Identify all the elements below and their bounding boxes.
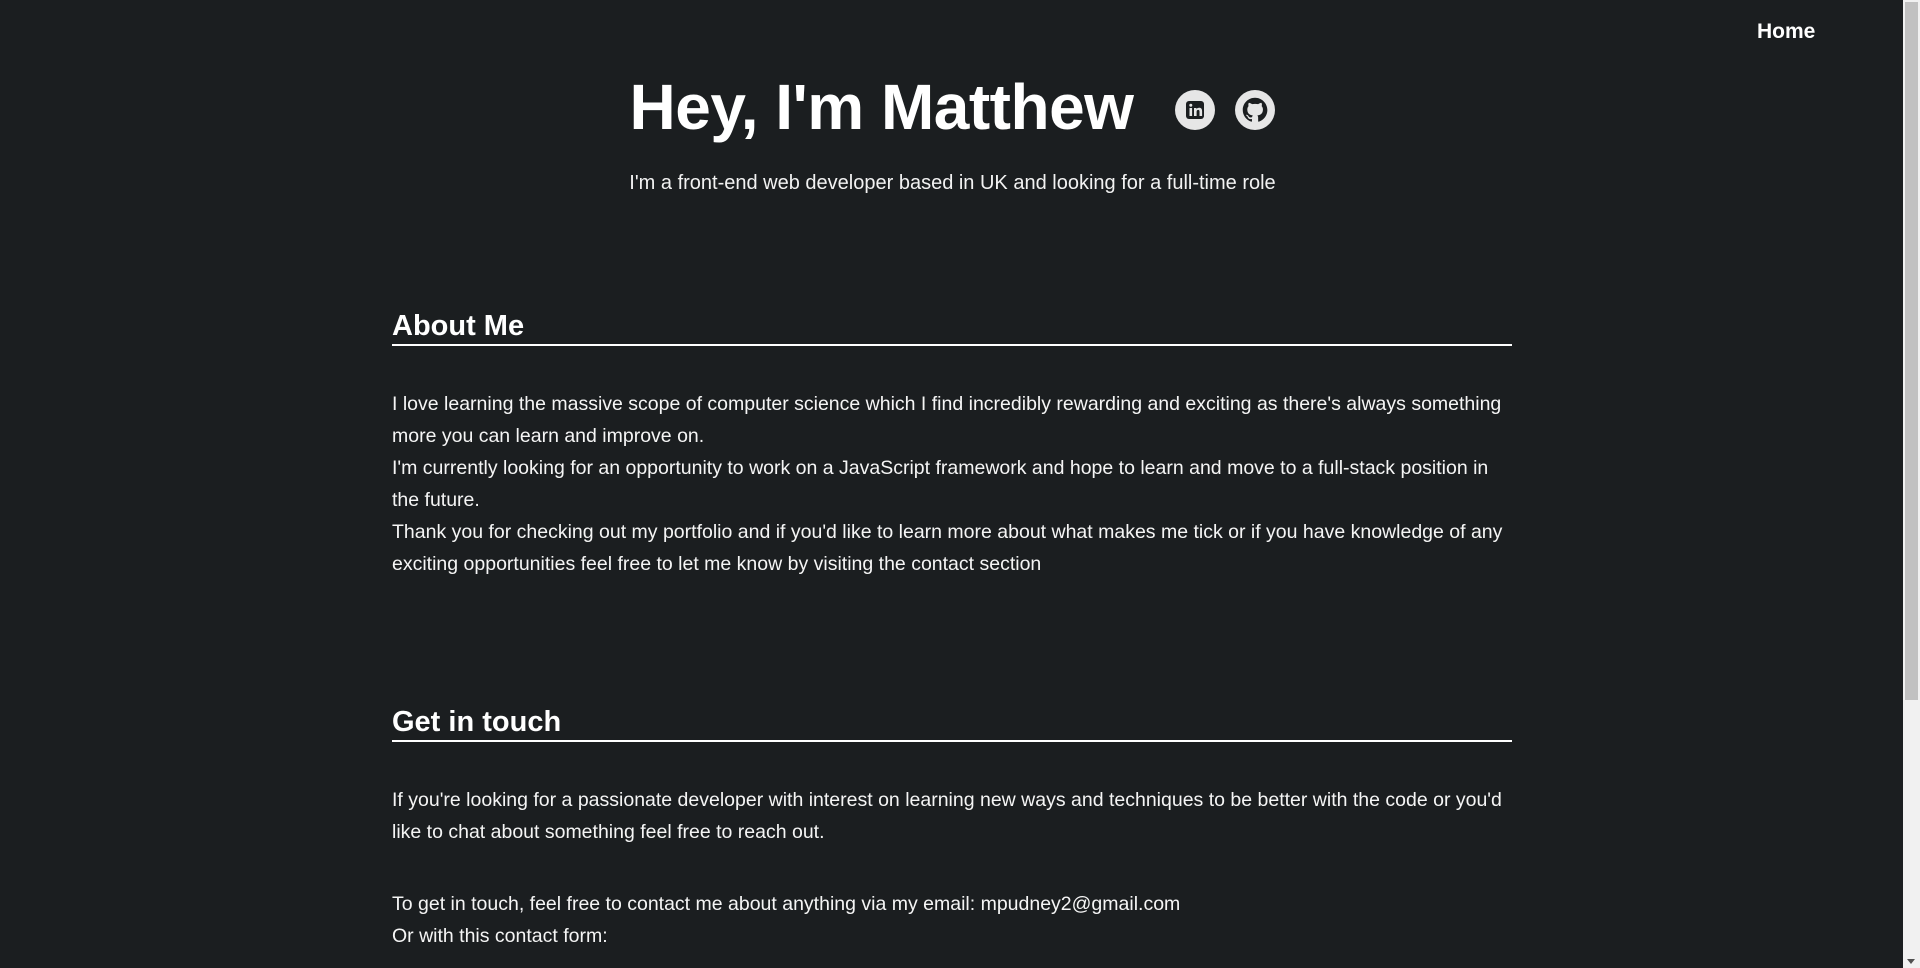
hero-section: Hey, I'm Matthew I'm a front-end web dev… xyxy=(0,70,1905,195)
scroll-down-arrow-icon[interactable] xyxy=(1907,959,1915,964)
portfolio-page: Home Hey, I'm Matthew I'm a front-end we… xyxy=(0,0,1920,968)
linkedin-icon[interactable] xyxy=(1175,90,1216,130)
hero-subtitle: I'm a front-end web developer based in U… xyxy=(629,172,1276,194)
nav-home-link[interactable]: Home xyxy=(1757,20,1815,44)
scrollbar-thumb[interactable] xyxy=(1905,2,1918,700)
about-paragraph: I'm currently looking for an opportunity… xyxy=(392,457,1489,511)
scrollbar[interactable] xyxy=(1903,0,1920,968)
contact-heading: Get in touch xyxy=(392,704,1512,742)
hero-title-row: Hey, I'm Matthew xyxy=(630,70,1276,144)
contact-section: Get in touch If you're looking for a pas… xyxy=(392,704,1512,952)
about-heading: About Me xyxy=(392,308,1512,346)
social-links xyxy=(1175,90,1276,130)
contact-form-line: Or with this contact form: xyxy=(392,925,608,947)
github-icon[interactable] xyxy=(1235,90,1276,130)
contact-body: If you're looking for a passionate devel… xyxy=(392,784,1512,952)
hero-title: Hey, I'm Matthew xyxy=(629,71,1134,143)
about-section: About Me I love learning the massive sco… xyxy=(392,308,1512,580)
about-paragraph: Thank you for checking out my portfolio … xyxy=(392,521,1503,575)
about-paragraph: I love learning the massive scope of com… xyxy=(392,393,1502,447)
about-body: I love learning the massive scope of com… xyxy=(392,388,1512,580)
contact-email-line: To get in touch, feel free to contact me… xyxy=(392,893,1181,915)
contact-intro: If you're looking for a passionate devel… xyxy=(392,789,1502,843)
